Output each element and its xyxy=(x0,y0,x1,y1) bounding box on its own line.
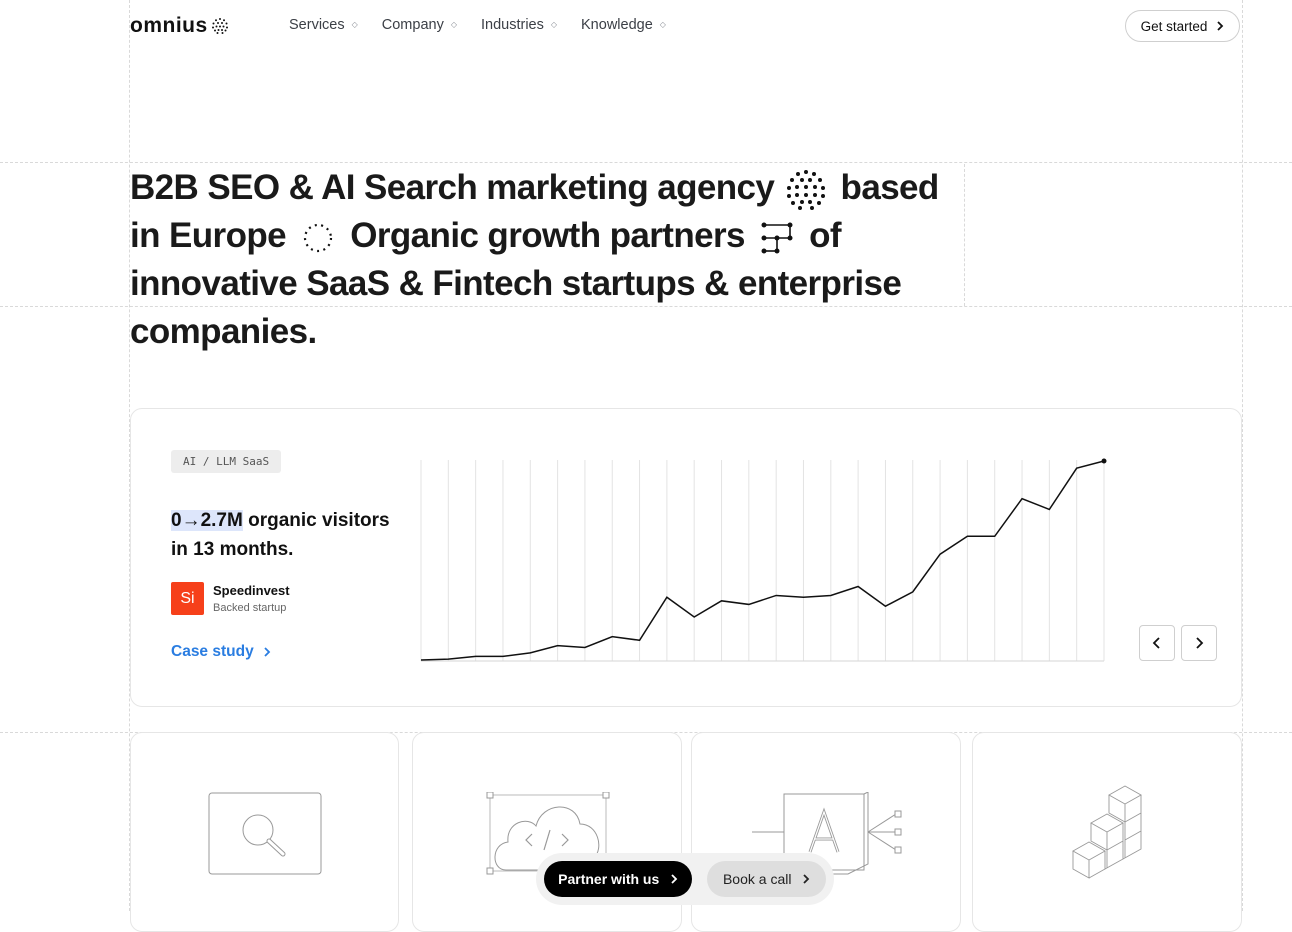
nav-item-company[interactable]: Company ◇ xyxy=(382,17,457,33)
get-started-label: Get started xyxy=(1140,18,1208,34)
case-study-card: AI / LLM SaaS 0→2.7M organic visitors in… xyxy=(130,408,1242,707)
chart-series-line xyxy=(420,460,1105,661)
case-study-link-label: Case study xyxy=(171,643,254,660)
partner-label: Partner with us xyxy=(558,871,660,887)
nav-item-label: Services xyxy=(289,17,345,33)
client-brand: Si Speedinvest Backed startup xyxy=(171,582,290,615)
hero-text-3: Organic growth partners xyxy=(350,216,745,255)
brand-name: Speedinvest xyxy=(213,583,290,598)
book-call-label: Book a call xyxy=(722,871,792,887)
stacked-blocks-icon xyxy=(1072,785,1142,879)
growth-chart xyxy=(420,458,1107,662)
chevron-updown-icon: ◇ xyxy=(450,20,457,29)
nav-item-label: Industries xyxy=(480,17,544,33)
logo-text: omnius xyxy=(130,14,208,37)
chevron-right-icon xyxy=(264,647,270,657)
brand-logo: Si xyxy=(171,582,204,615)
dotted-circle-icon xyxy=(304,223,333,252)
chart-endpoint xyxy=(1101,458,1107,464)
layout-guide xyxy=(0,162,1292,163)
chevron-right-icon xyxy=(1196,637,1204,649)
search-window-icon xyxy=(208,792,322,875)
chevron-updown-icon: ◇ xyxy=(550,20,558,29)
brand-subtitle: Backed startup xyxy=(213,602,287,614)
layout-guide xyxy=(964,164,965,306)
next-button[interactable] xyxy=(1181,625,1217,661)
logo[interactable]: omnius xyxy=(130,14,229,38)
nav-item-industries[interactable]: Industries ◇ xyxy=(481,17,557,33)
get-started-button[interactable]: Get started xyxy=(1125,10,1240,42)
main-nav: Services ◇ Company ◇ Industries ◇ Knowle… xyxy=(289,17,666,33)
chevron-right-icon xyxy=(671,874,678,884)
stat-highlight: 0→2.7M xyxy=(171,510,243,531)
nav-item-knowledge[interactable]: Knowledge ◇ xyxy=(581,17,666,33)
dotted-sphere-icon xyxy=(211,18,228,34)
case-stat: 0→2.7M organic visitors in 13 months. xyxy=(171,506,401,564)
hero-headline: B2B SEO & AI Search marketing agency bas… xyxy=(130,164,964,351)
nav-item-label: Company xyxy=(381,17,444,33)
layout-guide xyxy=(1242,0,1243,911)
book-a-call-button[interactable]: Book a call xyxy=(707,861,826,897)
hero-text-1: B2B SEO & AI Search marketing agency xyxy=(130,168,775,207)
case-study-link[interactable]: Case study xyxy=(171,643,271,661)
chevron-right-icon xyxy=(1217,21,1224,31)
nav-item-label: Knowledge xyxy=(581,17,653,33)
node-network-icon xyxy=(761,222,793,254)
service-card-seo[interactable] xyxy=(130,732,399,932)
previous-button[interactable] xyxy=(1139,625,1175,661)
chevron-updown-icon: ◇ xyxy=(659,20,666,29)
nav-item-services[interactable]: Services ◇ xyxy=(289,17,358,33)
partner-with-us-button[interactable]: Partner with us xyxy=(544,861,693,897)
chevron-left-icon xyxy=(1152,637,1160,649)
service-card-growth[interactable] xyxy=(972,732,1242,932)
floating-cta-bar: Partner with us Book a call xyxy=(536,853,834,905)
dotted-sphere-icon xyxy=(787,169,826,210)
chevron-right-icon xyxy=(803,874,810,884)
category-tag: AI / LLM SaaS xyxy=(171,450,282,473)
chevron-updown-icon: ◇ xyxy=(351,20,358,29)
